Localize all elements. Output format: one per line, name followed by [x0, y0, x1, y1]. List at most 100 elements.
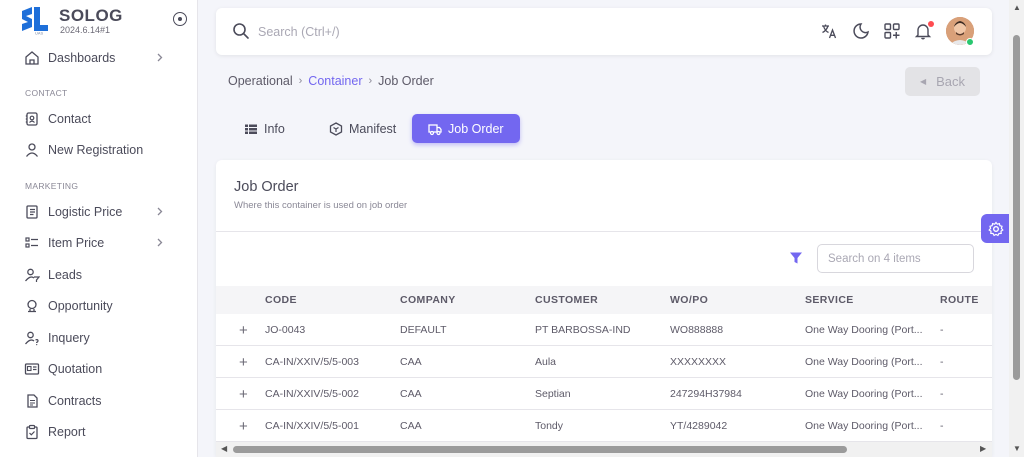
sidebar-item-label: Item Price: [48, 236, 105, 250]
table-search-input[interactable]: [817, 244, 974, 273]
expand-row-icon[interactable]: +: [239, 354, 248, 371]
table-row[interactable]: + CA-IN/XXIV/5/5-003 CAA Aula XXXXXXXX O…: [216, 346, 992, 378]
chevron-right-icon: [157, 207, 163, 216]
job-order-card: Job Order Where this container is used o…: [216, 160, 992, 457]
home-icon: [25, 51, 39, 65]
contact-book-icon: [25, 112, 38, 126]
gear-icon: [987, 221, 1004, 236]
tab-label: Info: [264, 121, 285, 136]
cell-wo-po: 247294H37984: [670, 388, 742, 400]
sidebar-item-quotation[interactable]: Quotation: [24, 357, 184, 381]
breadcrumb-container-link[interactable]: Container: [308, 74, 362, 88]
column-header[interactable]: WO/PO: [670, 294, 708, 306]
sidebar-item-item-price[interactable]: Item Price: [24, 231, 184, 255]
expand-row-icon[interactable]: +: [239, 418, 248, 435]
translate-icon[interactable]: [820, 22, 838, 40]
box-icon: [329, 121, 343, 136]
scrollbar-thumb[interactable]: [1013, 35, 1020, 380]
column-header[interactable]: CODE: [265, 294, 297, 306]
expand-row-icon[interactable]: +: [239, 386, 248, 403]
cell-company: CAA: [400, 420, 422, 432]
cell-wo-po: WO888888: [670, 324, 724, 336]
online-status-dot: [966, 38, 974, 46]
cell-code: JO-0043: [265, 324, 306, 336]
vertical-scrollbar[interactable]: ▲ ▼: [1009, 0, 1024, 457]
table-row[interactable]: + CA-IN/XXIV/5/5-002 CAA Septian 247294H…: [216, 378, 992, 410]
user-question-icon: [25, 331, 39, 346]
global-search-input[interactable]: [258, 22, 558, 42]
tab-label: Job Order: [448, 121, 504, 136]
sidebar-item-report[interactable]: Report: [24, 420, 184, 444]
top-navbar: [216, 8, 992, 55]
theme-customizer-button[interactable]: [981, 214, 1010, 243]
sidebar-item-leads[interactable]: Leads: [24, 263, 184, 287]
cell-route: -: [940, 324, 944, 336]
column-header[interactable]: COMPANY: [400, 294, 456, 306]
cell-service: One Way Dooring (Port...: [805, 356, 923, 368]
sidebar-item-contact[interactable]: Contact: [24, 107, 184, 131]
search-icon[interactable]: [232, 22, 250, 40]
table-row[interactable]: + CA-IN/XXIV/5/5-001 CAA Tondy YT/428904…: [216, 410, 992, 442]
horizontal-scrollbar[interactable]: ◀ ▶: [216, 442, 992, 457]
chevron-left-icon: ◀: [919, 77, 927, 86]
tab-info[interactable]: Info: [228, 114, 301, 143]
user-filter-icon: [25, 268, 40, 282]
column-header[interactable]: CUSTOMER: [535, 294, 598, 306]
scroll-left-icon[interactable]: ◀: [221, 444, 227, 453]
cell-code: CA-IN/XXIV/5/5-001: [265, 420, 359, 432]
brand[interactable]: UAS SOLOG 2024.6.14#1: [20, 6, 123, 36]
breadcrumb: Operational › Container › Job Order: [228, 74, 434, 88]
brand-name: SOLOG: [59, 6, 123, 25]
filter-icon[interactable]: [789, 251, 803, 265]
cell-company: CAA: [400, 388, 422, 400]
breadcrumb-operational: Operational: [228, 74, 293, 88]
scroll-right-icon[interactable]: ▶: [980, 444, 986, 453]
back-label: Back: [936, 74, 966, 89]
back-button[interactable]: ◀ Back: [905, 67, 980, 96]
tab-label: Manifest: [349, 121, 397, 136]
card-title: Job Order: [234, 179, 299, 195]
sidebar-item-dashboards[interactable]: Dashboards: [24, 46, 184, 70]
cell-company: CAA: [400, 356, 422, 368]
shortcuts-grid-icon[interactable]: [883, 22, 901, 40]
divider: [216, 231, 992, 232]
tab-manifest[interactable]: Manifest: [313, 114, 412, 143]
column-header[interactable]: ROUTE: [940, 294, 979, 306]
scroll-up-icon[interactable]: ▲: [1013, 3, 1021, 12]
sidebar-item-label: New Registration: [48, 143, 144, 157]
brand-version: 2024.6.14#1: [60, 25, 111, 35]
sidebar-item-label: Contact: [48, 112, 92, 126]
sidebar-item-contracts[interactable]: Contracts: [24, 389, 184, 413]
sidebar-item-inquery[interactable]: Inquery: [24, 326, 184, 350]
cell-service: One Way Dooring (Port...: [805, 324, 923, 336]
scroll-down-icon[interactable]: ▼: [1013, 444, 1021, 453]
sidebar-item-logistic-price[interactable]: Logistic Price: [24, 200, 184, 224]
table-header: CODE COMPANY CUSTOMER WO/PO SERVICE ROUT…: [216, 286, 992, 314]
sidebar-item-label: Report: [48, 425, 86, 439]
sidebar-item-opportunity[interactable]: Opportunity: [24, 294, 184, 318]
breadcrumb-separator: ›: [368, 75, 373, 87]
sidebar-item-new-registration[interactable]: New Registration: [24, 138, 184, 162]
sidebar: UAS SOLOG 2024.6.14#1 Dashboards CONTACT…: [0, 0, 198, 457]
scrollbar-thumb[interactable]: [233, 446, 847, 453]
expand-row-icon[interactable]: +: [239, 322, 248, 339]
notebook-icon: [26, 205, 38, 219]
cell-customer: PT BARBOSSA-IND: [535, 324, 631, 336]
table-row[interactable]: + JO-0043 DEFAULT PT BARBOSSA-IND WO8888…: [216, 314, 992, 346]
contract-icon: [27, 394, 38, 408]
cell-service: One Way Dooring (Port...: [805, 420, 923, 432]
list-icon: [245, 124, 257, 134]
cell-code: CA-IN/XXIV/5/5-003: [265, 356, 359, 368]
cell-code: CA-IN/XXIV/5/5-002: [265, 388, 359, 400]
id-card-icon: [24, 363, 40, 375]
moon-icon[interactable]: [852, 22, 870, 40]
column-header[interactable]: SERVICE: [805, 294, 854, 306]
cell-route: -: [940, 356, 944, 368]
pin-menu-icon[interactable]: [173, 12, 187, 26]
sidebar-item-label: Leads: [48, 268, 83, 282]
cell-company: DEFAULT: [400, 324, 447, 336]
tab-job-order[interactable]: Job Order: [412, 114, 520, 143]
notification-badge: [928, 21, 934, 27]
cell-wo-po: XXXXXXXX: [670, 356, 727, 368]
opportunity-icon: [27, 299, 37, 313]
